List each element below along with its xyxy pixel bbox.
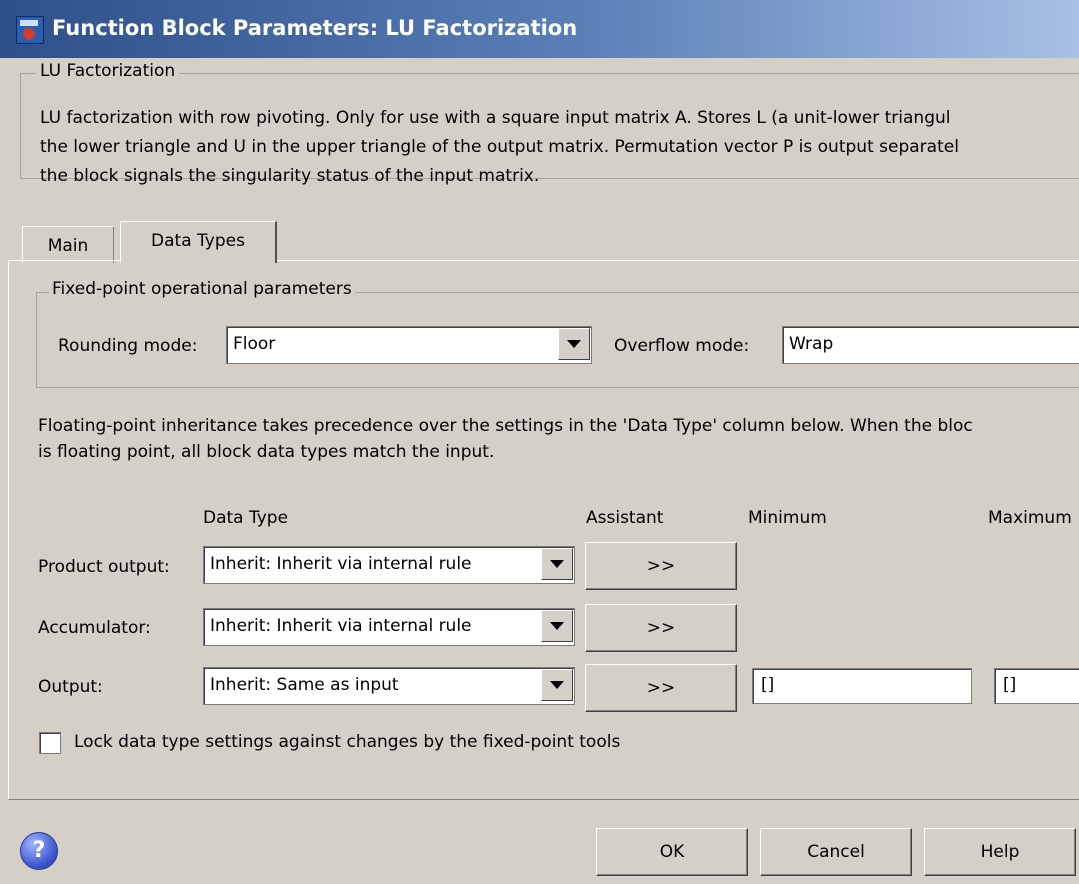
simulink-block-icon — [16, 16, 44, 44]
accumulator-type-select[interactable]: Inherit: Inherit via internal rule — [203, 608, 575, 646]
description-legend: LU Factorization — [36, 61, 180, 81]
tab-data-types[interactable]: Data Types — [120, 221, 277, 263]
help-question-icon[interactable]: ? — [20, 832, 58, 870]
output-assistant-button[interactable]: >> — [585, 664, 737, 712]
help-button-label: Help — [980, 842, 1020, 862]
cancel-button[interactable]: Cancel — [760, 828, 912, 876]
output-maximum-value: [] — [1003, 675, 1017, 695]
rounding-mode-select[interactable]: Floor — [226, 326, 592, 364]
chevron-down-icon[interactable] — [558, 328, 590, 360]
product-output-assistant-button[interactable]: >> — [585, 542, 737, 590]
output-type-value: Inherit: Same as input — [210, 675, 399, 695]
fixed-point-legend: Fixed-point operational parameters — [49, 279, 355, 299]
product-output-type-value: Inherit: Inherit via internal rule — [210, 554, 472, 574]
output-minimum-value: [] — [761, 675, 775, 695]
ok-button[interactable]: OK — [596, 828, 748, 876]
assistant-button-label: >> — [646, 556, 676, 576]
tab-main[interactable]: Main — [22, 226, 114, 263]
output-maximum-field[interactable]: [] — [994, 668, 1079, 704]
chevron-down-icon[interactable] — [541, 669, 573, 701]
header-minimum: Minimum — [748, 508, 827, 528]
output-minimum-field[interactable]: [] — [752, 668, 972, 704]
overflow-mode-select[interactable]: Wrap — [782, 326, 1079, 364]
header-assistant: Assistant — [586, 508, 664, 528]
output-label: Output: — [38, 677, 103, 697]
title-bar[interactable]: Function Block Parameters: LU Factorizat… — [0, 0, 1079, 58]
overflow-mode-label: Overflow mode: — [614, 336, 750, 356]
header-maximum: Maximum — [988, 508, 1072, 528]
accumulator-label: Accumulator: — [38, 618, 151, 638]
header-data-type: Data Type — [203, 508, 289, 528]
ok-button-label: OK — [659, 842, 685, 862]
floating-note-line: is floating point, all block data types … — [38, 442, 495, 462]
description-line: LU factorization with row pivoting. Only… — [40, 108, 951, 128]
rounding-mode-value: Floor — [233, 334, 276, 354]
output-type-select[interactable]: Inherit: Same as input — [203, 667, 575, 705]
help-button[interactable]: Help — [924, 828, 1076, 876]
overflow-mode-value: Wrap — [789, 334, 834, 354]
window-title: Function Block Parameters: LU Factorizat… — [52, 16, 578, 40]
assistant-button-label: >> — [646, 678, 676, 698]
description-line: the block signals the singularity status… — [40, 166, 540, 186]
product-output-type-select[interactable]: Inherit: Inherit via internal rule — [203, 546, 575, 584]
accumulator-assistant-button[interactable]: >> — [585, 604, 737, 652]
cancel-button-label: Cancel — [807, 842, 865, 862]
product-output-label: Product output: — [38, 557, 170, 577]
assistant-button-label: >> — [646, 618, 676, 638]
chevron-down-icon[interactable] — [541, 610, 573, 642]
lock-data-type-label[interactable]: Lock data type settings against changes … — [74, 732, 620, 752]
chevron-down-icon[interactable] — [541, 548, 573, 580]
rounding-mode-label: Rounding mode: — [58, 336, 198, 356]
description-line: the lower triangle and U in the upper tr… — [40, 137, 959, 157]
accumulator-type-value: Inherit: Inherit via internal rule — [210, 616, 472, 636]
lock-data-type-checkbox[interactable] — [39, 732, 61, 754]
floating-note-line: Floating-point inheritance takes precede… — [38, 416, 973, 436]
